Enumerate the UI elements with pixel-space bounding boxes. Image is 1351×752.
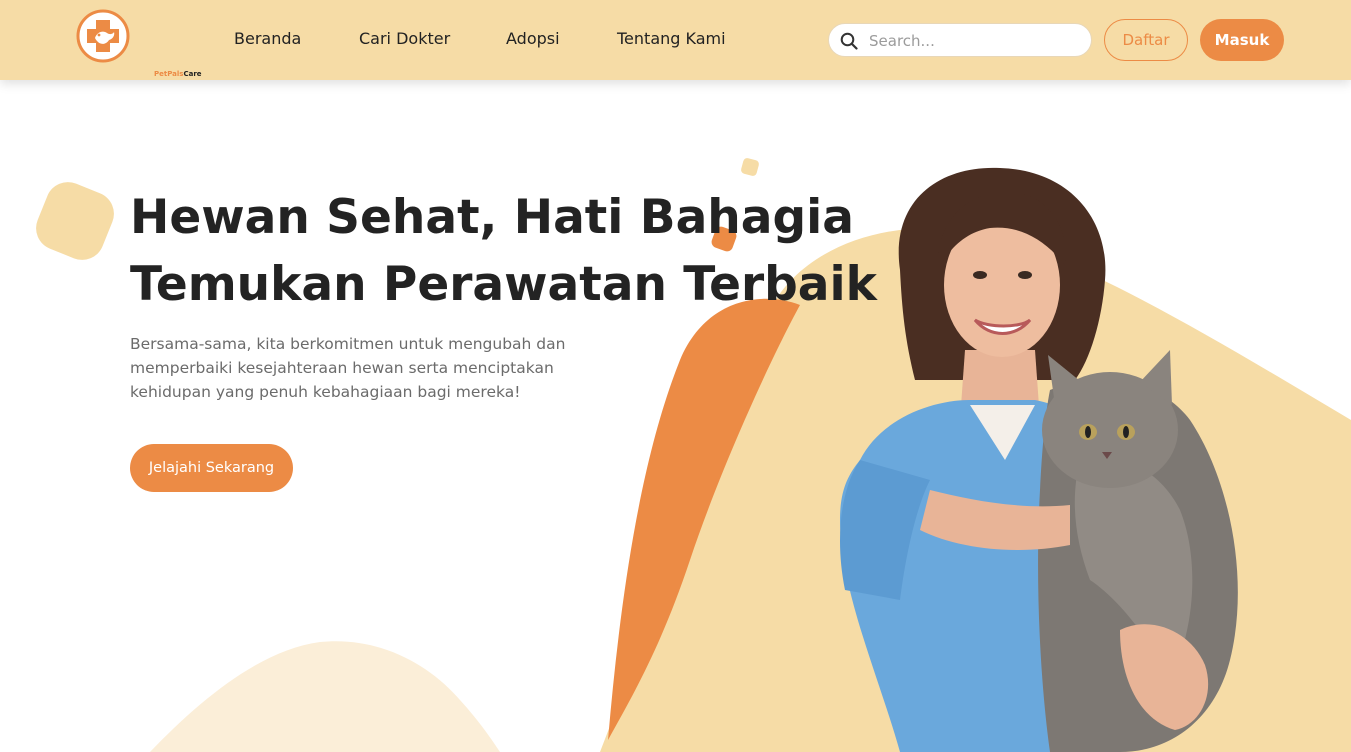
medical-cross-paw-icon <box>76 9 130 63</box>
brand-logo[interactable]: PetPalsCare <box>75 8 202 78</box>
hero-title-line2: Temukan Perawatan Terbaik <box>130 257 877 312</box>
search-box <box>828 23 1092 57</box>
brand-name-part1: PetPals <box>154 70 184 78</box>
nav-item-tentang-kami[interactable]: Tentang Kami <box>617 29 726 48</box>
site-header: PetPalsCare Beranda Cari Dokter Adopsi T… <box>0 0 1351 80</box>
register-button[interactable]: Daftar <box>1104 19 1188 61</box>
explore-now-button[interactable]: Jelajahi Sekarang <box>130 444 293 492</box>
deco-rounded-square-left <box>36 182 114 260</box>
nav-item-cari-dokter[interactable]: Cari Dokter <box>359 29 450 48</box>
eye-right <box>1018 271 1032 279</box>
nav-item-adopsi[interactable]: Adopsi <box>506 29 560 48</box>
hero-description: Bersama-sama, kita berkomitmen untuk men… <box>130 335 566 401</box>
search-icon[interactable] <box>840 32 858 50</box>
search-input[interactable] <box>869 30 1079 52</box>
hero-title-line1: Hewan Sehat, Hati Bahagia <box>130 190 854 245</box>
login-button[interactable]: Masuk <box>1200 19 1284 61</box>
eye-left <box>973 271 987 279</box>
deco-small-square-top <box>741 158 759 176</box>
brand-name-part2: Care <box>183 70 202 78</box>
brand-name: PetPalsCare <box>154 70 202 78</box>
nav-item-beranda[interactable]: Beranda <box>234 29 301 48</box>
deco-pale-shape-bottom <box>150 641 500 752</box>
hero-title: Hewan Sehat, Hati Bahagia Temukan Perawa… <box>130 184 910 318</box>
